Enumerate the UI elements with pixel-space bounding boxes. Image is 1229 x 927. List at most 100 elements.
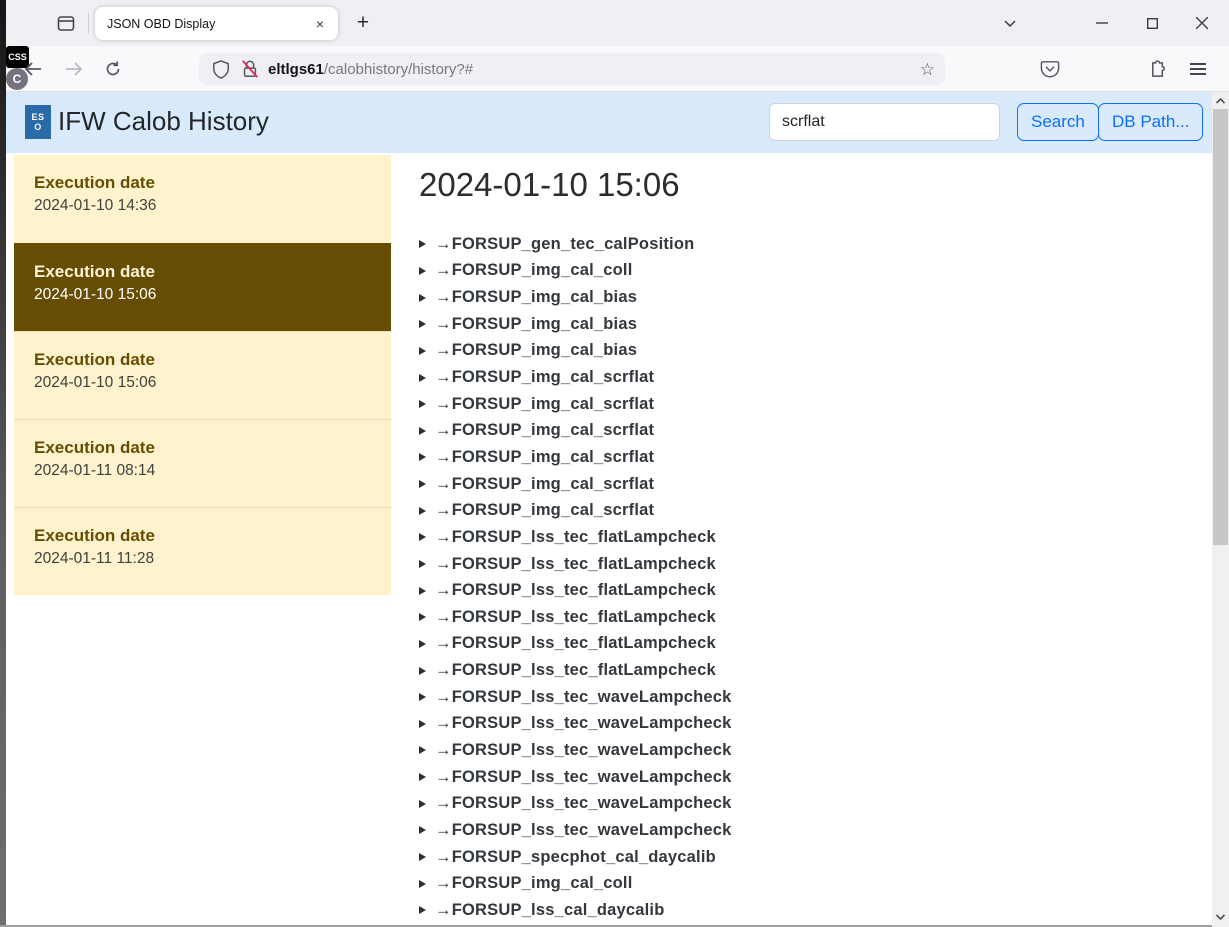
collapsed-triangle-icon <box>419 906 426 914</box>
insecure-lock-icon[interactable] <box>240 59 260 79</box>
obd-item-label: →FORSUP_lss_tec_flatLampcheck <box>435 661 716 680</box>
obd-tree-item[interactable]: →FORSUP_lss_tec_waveLampcheck <box>419 737 1199 764</box>
collapsed-triangle-icon <box>419 294 426 302</box>
obd-tree-item[interactable]: →FORSUP_specphot_cal_daycalib <box>419 844 1199 871</box>
obd-tree-item[interactable]: →FORSUP_img_cal_coll <box>419 258 1199 285</box>
execution-date-label: Execution date <box>34 262 371 282</box>
scrollbar-thumb[interactable] <box>1213 109 1228 545</box>
collapsed-triangle-icon <box>419 800 426 808</box>
obd-tree-item[interactable]: →FORSUP_lss_cal_daycalib <box>419 897 1199 924</box>
pocket-icon[interactable] <box>1036 55 1064 83</box>
tracking-protection-shield-icon[interactable] <box>212 60 230 79</box>
obd-item-label: →FORSUP_img_cal_bias <box>435 341 637 360</box>
obd-tree-item[interactable]: →FORSUP_lss_tec_flatLampcheck <box>419 657 1199 684</box>
search-input[interactable] <box>769 103 1000 141</box>
forward-icon[interactable] <box>57 54 89 84</box>
logo-text-top: ES <box>31 112 44 122</box>
page-title: IFW Calob History <box>58 106 269 137</box>
obd-item-label: →FORSUP_lss_tec_waveLampcheck <box>435 821 732 840</box>
bookmark-star-icon[interactable]: ☆ <box>920 61 935 78</box>
execution-date-card[interactable]: Execution date 2024-01-10 15:06 <box>14 331 391 419</box>
tab-title: JSON OBD Display <box>107 17 310 31</box>
obd-tree-item[interactable]: →FORSUP_lss_tec_flatLampcheck <box>419 604 1199 631</box>
obd-tree-item[interactable]: →FORSUP_img_cal_scrflat <box>419 471 1199 498</box>
obd-tree-item[interactable]: →FORSUP_lss_tec_waveLampcheck <box>419 711 1199 738</box>
obd-tree-item[interactable]: →FORSUP_img_cal_scrflat <box>419 391 1199 418</box>
execution-date-list: Execution date 2024-01-10 14:36 Executio… <box>14 155 391 595</box>
obd-tree-item[interactable]: →FORSUP_img_cal_bias <box>419 338 1199 365</box>
execution-date-card[interactable]: Execution date 2024-01-10 15:06 <box>14 243 391 331</box>
obd-tree-item[interactable]: →FORSUP_img_cal_scrflat <box>419 417 1199 444</box>
execution-date-value: 2024-01-11 11:28 <box>34 550 371 568</box>
execution-date-card[interactable]: Execution date 2024-01-11 08:14 <box>14 419 391 507</box>
obd-tree-item[interactable]: →FORSUP_lss_tec_flatLampcheck <box>419 551 1199 578</box>
selected-execution-heading: 2024-01-10 15:06 <box>419 165 1199 205</box>
page-scrollbar[interactable] <box>1212 92 1229 927</box>
menu-hamburger-icon[interactable] <box>1184 55 1212 83</box>
obd-tree-item[interactable]: →FORSUP_img_cal_scrflat <box>419 497 1199 524</box>
collapsed-triangle-icon <box>419 640 426 648</box>
collapsed-triangle-icon <box>419 533 426 541</box>
window-minimize-button[interactable] <box>1086 9 1118 37</box>
obd-tree-item[interactable]: →FORSUP_img_cal_scrflat <box>419 444 1199 471</box>
firefox-view-icon[interactable] <box>52 10 80 36</box>
execution-date-card[interactable]: Execution date 2024-01-10 14:36 <box>14 155 391 243</box>
collapsed-triangle-icon <box>419 400 426 408</box>
obd-tree-item[interactable]: →FORSUP_img_cal_bias <box>419 311 1199 338</box>
collapsed-triangle-icon <box>419 693 426 701</box>
execution-date-label: Execution date <box>34 350 371 370</box>
reload-icon[interactable] <box>97 54 129 84</box>
obd-tree-item[interactable]: →FORSUP_gen_tec_calPosition <box>419 231 1199 258</box>
collapsed-triangle-icon <box>419 453 426 461</box>
back-icon[interactable] <box>17 54 49 84</box>
collapsed-triangle-icon <box>419 613 426 621</box>
obd-tree-item[interactable]: →FORSUP_lss_tec_flatLampcheck <box>419 524 1199 551</box>
eso-logo: ES O <box>25 105 51 139</box>
new-tab-button[interactable]: + <box>349 9 377 37</box>
browser-window: { "browser": { "tab_title": "JSON OBD Di… <box>0 0 1229 927</box>
obd-item-label: →FORSUP_lss_tec_flatLampcheck <box>435 608 716 627</box>
obd-list: →FORSUP_gen_tec_calPosition →FORSUP_img_… <box>419 231 1199 924</box>
obd-tree-item[interactable]: →FORSUP_lss_tec_waveLampcheck <box>419 817 1199 844</box>
tab-close-icon[interactable]: × <box>310 14 330 34</box>
obd-item-label: →FORSUP_img_cal_bias <box>435 288 637 307</box>
search-button[interactable]: Search <box>1017 103 1099 141</box>
obd-item-label: →FORSUP_img_cal_scrflat <box>435 475 654 494</box>
obd-tree-item[interactable]: →FORSUP_img_cal_bias <box>419 284 1199 311</box>
obd-item-label: →FORSUP_img_cal_scrflat <box>435 448 654 467</box>
execution-date-card[interactable]: Execution date 2024-01-11 11:28 <box>14 507 391 595</box>
content-area: Execution date 2024-01-10 14:36 Executio… <box>6 153 1212 925</box>
obd-tree-item[interactable]: →FORSUP_lss_tec_waveLampcheck <box>419 764 1199 791</box>
obd-item-label: →FORSUP_lss_tec_flatLampcheck <box>435 528 716 547</box>
window-close-button[interactable] <box>1186 9 1218 37</box>
obd-tree-item[interactable]: →FORSUP_img_cal_coll <box>419 870 1199 897</box>
obd-item-label: →FORSUP_lss_tec_flatLampcheck <box>435 581 716 600</box>
obd-tree-item[interactable]: →FORSUP_lss_tec_waveLampcheck <box>419 790 1199 817</box>
execution-date-value: 2024-01-10 14:36 <box>34 197 371 215</box>
obd-tree-item[interactable]: →FORSUP_img_cal_scrflat <box>419 364 1199 391</box>
extensions-puzzle-icon[interactable] <box>1144 55 1172 83</box>
obd-item-label: →FORSUP_lss_tec_waveLampcheck <box>435 714 732 733</box>
obd-item-label: →FORSUP_specphot_cal_daycalib <box>435 848 716 867</box>
tab-list-chevron-icon[interactable] <box>994 9 1026 37</box>
window-maximize-button[interactable] <box>1136 9 1168 37</box>
obd-tree-item[interactable]: →FORSUP_lss_tec_waveLampcheck <box>419 684 1199 711</box>
db-path-button[interactable]: DB Path... <box>1098 103 1203 141</box>
execution-date-label: Execution date <box>34 526 371 546</box>
scrollbar-up-icon[interactable] <box>1212 92 1229 109</box>
obd-item-label: →FORSUP_img_cal_scrflat <box>435 368 654 387</box>
obd-item-label: →FORSUP_img_cal_bias <box>435 315 637 334</box>
collapsed-triangle-icon <box>419 773 426 781</box>
tab-json-obd-display[interactable]: JSON OBD Display × <box>95 7 338 40</box>
collapsed-triangle-icon <box>419 507 426 515</box>
execution-date-value: 2024-01-11 08:14 <box>34 462 371 480</box>
scrollbar-down-icon[interactable] <box>1212 908 1229 925</box>
obd-tree-item[interactable]: →FORSUP_lss_tec_flatLampcheck <box>419 631 1199 658</box>
obd-tree-item[interactable]: →FORSUP_lss_tec_flatLampcheck <box>419 577 1199 604</box>
collapsed-triangle-icon <box>419 746 426 754</box>
collapsed-triangle-icon <box>419 347 426 355</box>
url-bar[interactable]: eltlgs61/calobhistory/history?# ☆ <box>199 53 945 85</box>
collapsed-triangle-icon <box>419 720 426 728</box>
obd-item-label: →FORSUP_img_cal_coll <box>435 874 632 893</box>
execution-date-label: Execution date <box>34 173 371 193</box>
